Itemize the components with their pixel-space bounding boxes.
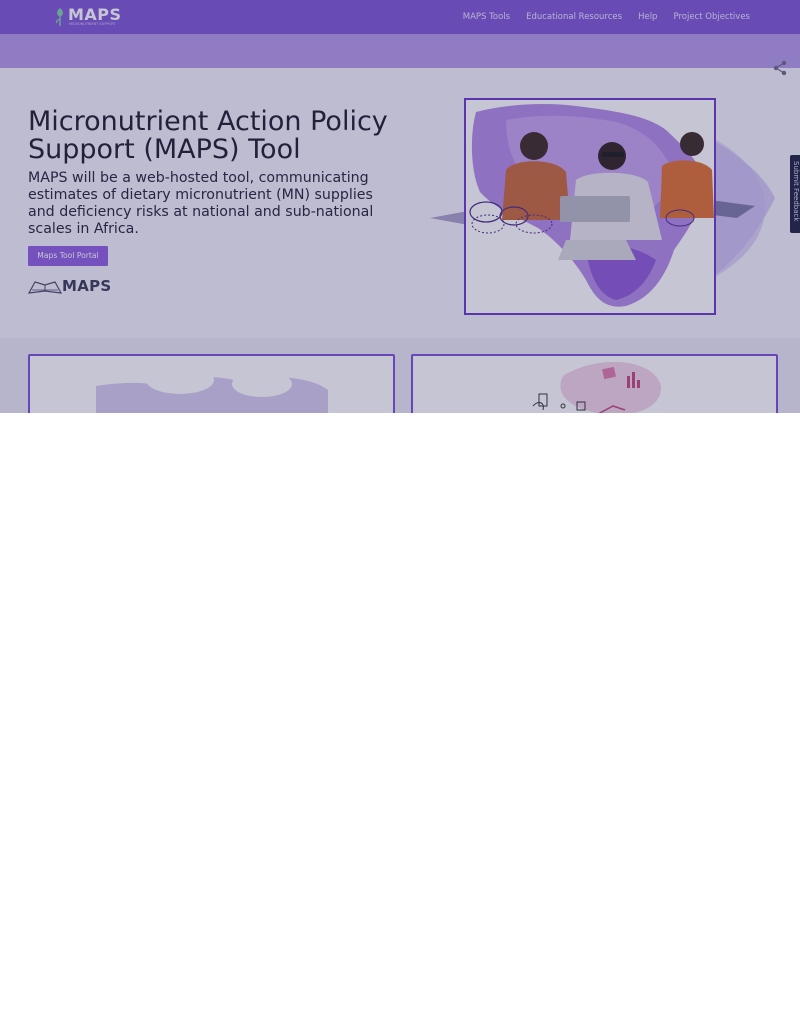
maps-logo-icon — [56, 8, 63, 26]
hero-image-frame — [464, 98, 716, 315]
card-left[interactable] — [28, 354, 395, 413]
card-data-illustration — [532, 362, 662, 413]
nav-item-maps-tools[interactable]: MAPS Tools — [463, 12, 510, 22]
card-right[interactable] — [411, 354, 778, 413]
book-icon — [28, 281, 62, 294]
submit-feedback-tab[interactable]: Submit Feedback — [790, 155, 800, 233]
africa-map-with-people-image — [466, 100, 714, 313]
secondary-bar — [0, 34, 800, 68]
hero-description: MAPS will be a web-hosted tool, communic… — [28, 170, 374, 237]
maps-tool-portal-button[interactable]: Maps Tool Portal — [28, 246, 108, 266]
page-title: Micronutrient Action Policy Support (MAP… — [28, 106, 388, 165]
share-icon[interactable] — [772, 60, 788, 76]
nav-item-project-objectives[interactable]: Project Objectives — [673, 12, 750, 22]
page-viewport: MAPS MICRONUTRIENT SUPPORT MAPS Tools Ed… — [0, 0, 800, 413]
cards-section — [0, 338, 800, 413]
maps-small-logo: MAPS — [28, 276, 112, 296]
top-navigation-bar: MAPS MICRONUTRIENT SUPPORT MAPS Tools Ed… — [0, 0, 800, 34]
nav-item-help[interactable]: Help — [638, 12, 657, 22]
maps-logo[interactable]: MAPS MICRONUTRIENT SUPPORT — [54, 5, 128, 28]
main-nav: MAPS Tools Educational Resources Help Pr… — [463, 12, 750, 22]
logo-tagline: MICRONUTRIENT SUPPORT — [69, 22, 116, 26]
card-map-illustration — [96, 366, 328, 413]
nav-item-educational-resources[interactable]: Educational Resources — [526, 12, 622, 22]
submit-feedback-label: Submit Feedback — [792, 161, 800, 222]
small-logo-wordmark: MAPS — [62, 277, 112, 295]
